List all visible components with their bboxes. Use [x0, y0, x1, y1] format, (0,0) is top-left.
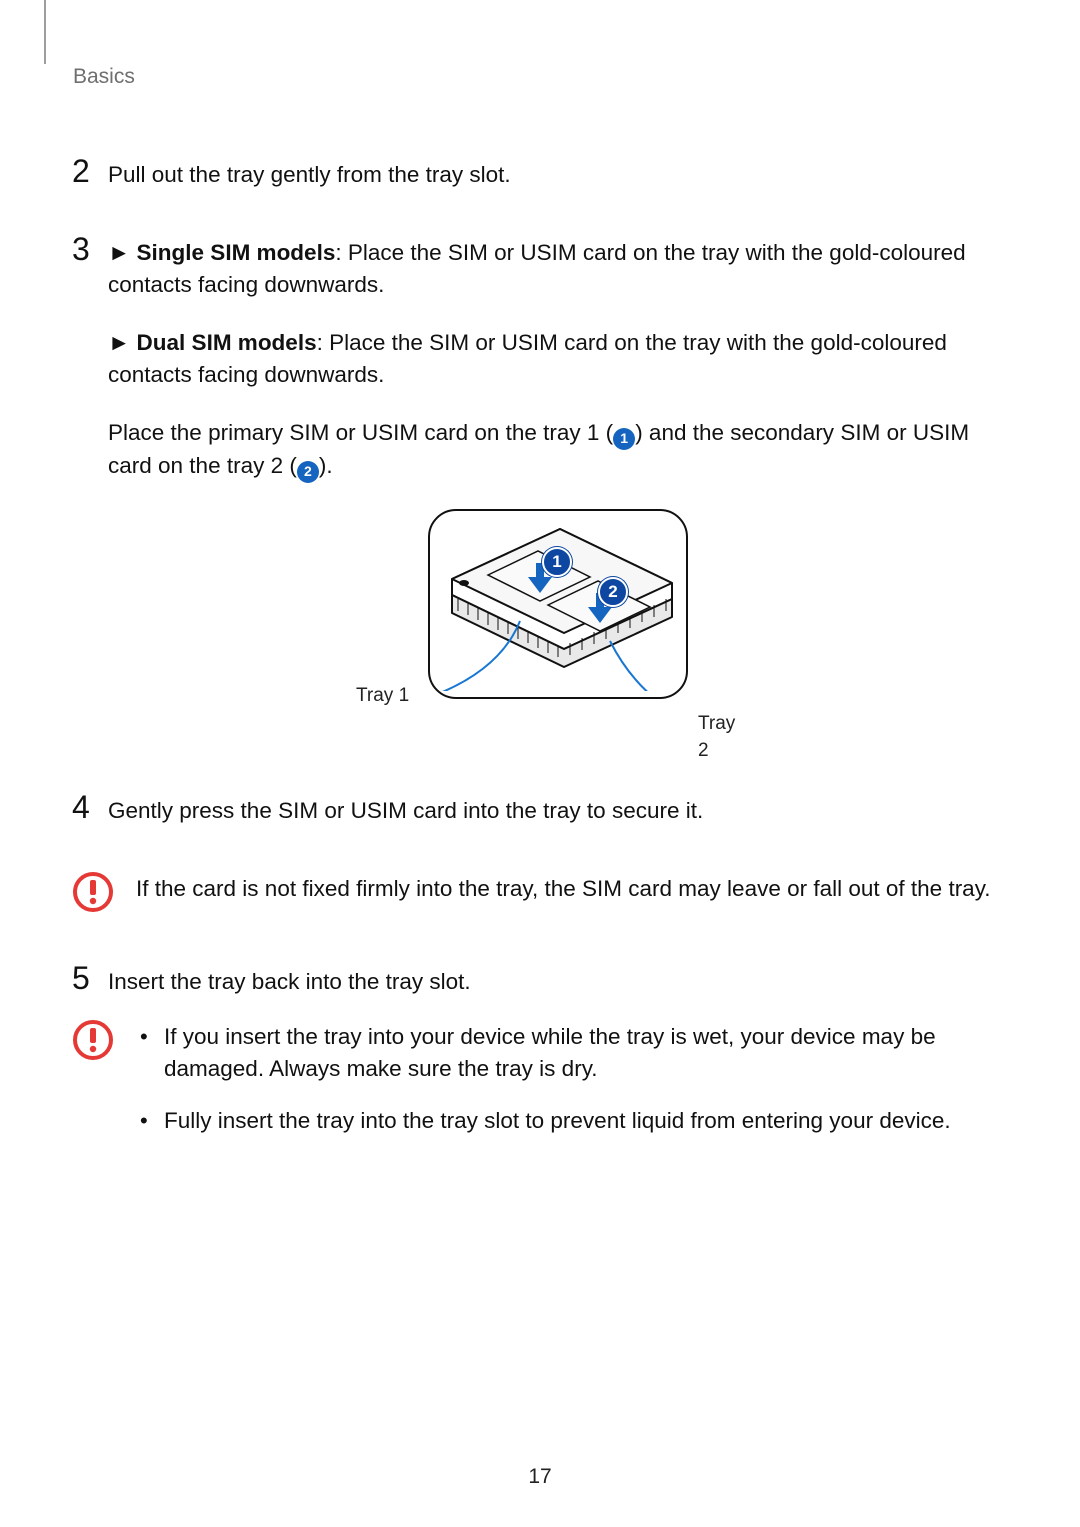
step-text-placement: Place the primary SIM or USIM card on th… — [108, 417, 1008, 483]
sim-marker-1-icon: 1 — [613, 428, 635, 450]
page: Basics 2 Pull out the tray gently from t… — [0, 0, 1080, 1527]
figure-box: 1 2 — [428, 509, 688, 699]
figure-wrap: 1 2 Tray 1 Tray 2 — [108, 509, 1008, 749]
bold-label: Dual SIM models — [137, 330, 317, 355]
step-number: 3 — [72, 233, 108, 265]
caution-text: If the card is not fixed firmly into the… — [136, 873, 1008, 905]
step-body: Gently press the SIM or USIM card into t… — [108, 791, 1008, 827]
step-text: Pull out the tray gently from the tray s… — [108, 159, 1008, 191]
step-4: 4 Gently press the SIM or USIM card into… — [72, 791, 1008, 827]
caution-body: If the card is not fixed firmly into the… — [136, 869, 1008, 905]
arrow-icon: ► — [108, 330, 130, 355]
arrow-icon: ► — [108, 240, 130, 265]
caution-icon-wrap — [72, 1017, 136, 1066]
step-text-dual: ► Dual SIM models: Place the SIM or USIM… — [108, 327, 1008, 391]
figure-marker-2-icon: 2 — [598, 577, 628, 607]
step-number: 4 — [72, 791, 108, 823]
caution-body: If you insert the tray into your device … — [136, 1017, 1008, 1157]
tray2-label: Tray 2 — [698, 711, 735, 765]
page-number: 17 — [0, 1465, 1080, 1489]
steps-list: 2 Pull out the tray gently from the tray… — [72, 155, 1008, 1157]
figure-marker-1-icon: 1 — [542, 547, 572, 577]
caution-icon-wrap — [72, 869, 136, 918]
step-5: 5 Insert the tray back into the tray slo… — [72, 962, 1008, 998]
section-header: Basics — [72, 32, 1008, 89]
text-span: Place the primary SIM or USIM card on th… — [108, 420, 613, 445]
caution-bullet: Fully insert the tray into the tray slot… — [164, 1105, 1008, 1137]
step-body: Insert the tray back into the tray slot. — [108, 962, 1008, 998]
step-3: 3 ► Single SIM models: Place the SIM or … — [72, 233, 1008, 749]
caution-2: If you insert the tray into your device … — [72, 1017, 1008, 1157]
caution-icon — [72, 1019, 114, 1061]
step-number: 5 — [72, 962, 108, 994]
step-text-single: ► Single SIM models: Place the SIM or US… — [108, 237, 1008, 301]
tray1-label: Tray 1 — [356, 683, 409, 710]
bold-label: Single SIM models — [137, 240, 336, 265]
step-text: Gently press the SIM or USIM card into t… — [108, 795, 1008, 827]
step-body: ► Single SIM models: Place the SIM or US… — [108, 233, 1008, 749]
caution-icon — [72, 871, 114, 913]
caution-bullet-list: If you insert the tray into your device … — [136, 1021, 1008, 1137]
step-2: 2 Pull out the tray gently from the tray… — [72, 155, 1008, 191]
sim-marker-2-icon: 2 — [297, 461, 319, 483]
step-text: Insert the tray back into the tray slot. — [108, 966, 1008, 998]
caution-1: If the card is not fixed firmly into the… — [72, 869, 1008, 918]
header-rule — [44, 0, 46, 64]
step-number: 2 — [72, 155, 108, 187]
step-body: Pull out the tray gently from the tray s… — [108, 155, 1008, 191]
sim-tray-figure: 1 2 Tray 1 Tray 2 — [428, 509, 688, 699]
caution-bullet: If you insert the tray into your device … — [164, 1021, 1008, 1085]
text-span: ). — [319, 453, 333, 478]
